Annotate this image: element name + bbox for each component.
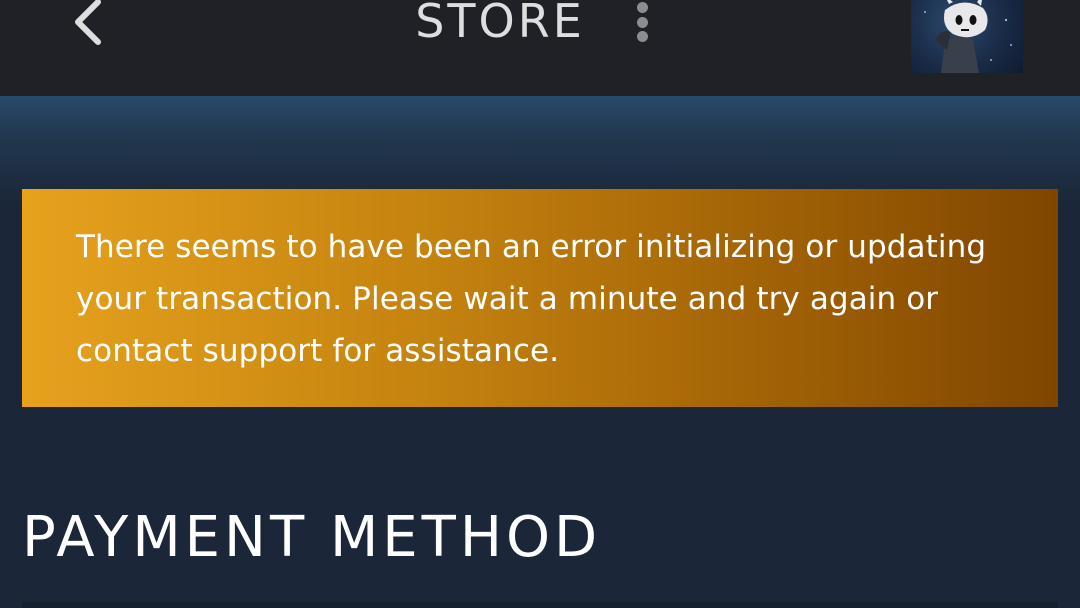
more-options-button[interactable] (626, 0, 660, 46)
page-title: STORE (415, 0, 585, 48)
top-navigation-bar: STORE (0, 0, 1080, 96)
section-title-payment-method: PAYMENT METHOD (22, 505, 602, 570)
error-message: There seems to have been an error initia… (76, 229, 987, 369)
avatar-image (924, 0, 1012, 73)
payment-method-panel-edge (22, 602, 1058, 608)
error-alert: There seems to have been an error initia… (22, 189, 1058, 407)
user-avatar[interactable] (911, 0, 1023, 73)
kebab-menu-icon (637, 2, 648, 13)
kebab-menu-dot (637, 17, 648, 28)
kebab-menu-dot (637, 31, 648, 42)
